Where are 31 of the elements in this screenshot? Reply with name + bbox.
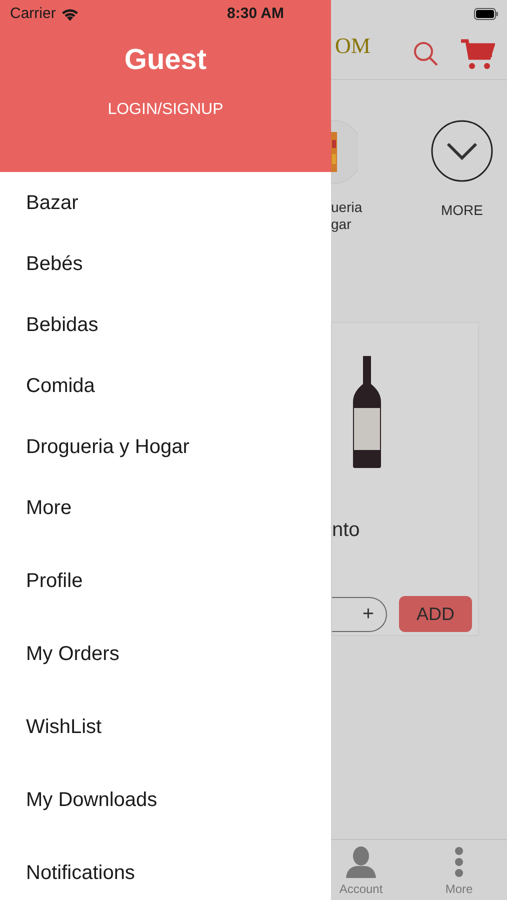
wifi-icon — [60, 8, 79, 20]
person-icon[interactable] — [345, 846, 377, 878]
chevron-down-icon[interactable] — [431, 120, 493, 182]
search-icon[interactable] — [413, 40, 439, 66]
carrier-label: Carrier — [10, 4, 56, 24]
user-name: Guest — [124, 43, 207, 78]
menu-item[interactable]: WishList — [26, 712, 102, 742]
product-name: nto — [332, 518, 361, 542]
cart-icon[interactable] — [461, 38, 495, 70]
menu-item[interactable]: Bebés — [26, 248, 83, 278]
status-time: 8:30 AM — [227, 4, 284, 24]
logo-text: OM — [335, 32, 370, 60]
plus-label[interactable]: + — [362, 599, 374, 629]
product-card[interactable]: nto + ADD — [331, 322, 479, 636]
category-label: MORE — [441, 202, 483, 219]
menu-item[interactable]: Comida — [26, 370, 95, 400]
category-label: ueria — [331, 199, 364, 216]
more-icon[interactable] — [454, 846, 464, 878]
quantity-stepper[interactable]: + — [332, 596, 387, 632]
menu-item[interactable]: Drogueria y Hogar — [26, 432, 190, 462]
menu-item[interactable]: Profile — [26, 566, 83, 596]
category-label: gar — [331, 216, 352, 233]
menu-item[interactable]: My Downloads — [26, 784, 158, 814]
battery-icon — [474, 8, 498, 20]
menu-item[interactable]: Bebidas — [26, 310, 98, 340]
bottle-icon — [352, 356, 382, 468]
menu-item[interactable]: More — [26, 492, 72, 522]
add-button[interactable]: ADD — [399, 596, 472, 632]
menu-item[interactable]: Notifications — [26, 858, 135, 888]
menu-item[interactable]: Bazar — [26, 188, 78, 218]
menu-item[interactable]: My Orders — [26, 638, 120, 668]
